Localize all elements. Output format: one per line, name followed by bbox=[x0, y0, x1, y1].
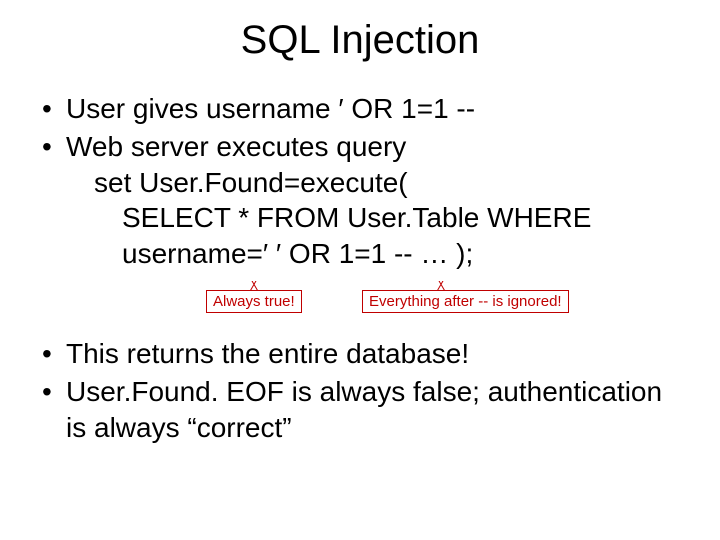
bullet-list: User gives username ′ OR 1=1 -- Web serv… bbox=[38, 91, 682, 272]
bullet-webserver: Web server executes query set User.Found… bbox=[38, 129, 682, 272]
callout-pointer-icon bbox=[434, 281, 448, 291]
code-line-select: SELECT * FROM User.Table WHERE bbox=[122, 200, 682, 236]
slide-title: SQL Injection bbox=[38, 18, 682, 63]
bullet-returns-db: This returns the entire database! bbox=[38, 336, 682, 372]
callout-ignored: Everything after -- is ignored! bbox=[362, 290, 569, 313]
annotation-row: Always true! Everything after -- is igno… bbox=[38, 276, 682, 328]
callout-always-true: Always true! bbox=[206, 290, 302, 313]
bullet-list-2: This returns the entire database! User.F… bbox=[38, 336, 682, 445]
callout-always-true-text: Always true! bbox=[213, 293, 295, 310]
code-line-where: username=′ ′ OR 1=1 -- … ); bbox=[122, 236, 682, 272]
callout-pointer-icon bbox=[247, 281, 261, 291]
bullet-eof-false: User.Found. EOF is always false; authent… bbox=[38, 374, 682, 446]
callout-ignored-text: Everything after -- is ignored! bbox=[369, 293, 562, 310]
slide: SQL Injection User gives username ′ OR 1… bbox=[0, 0, 720, 540]
bullet-webserver-text: Web server executes query bbox=[66, 131, 406, 162]
code-line-set: set User.Found=execute( bbox=[94, 165, 682, 201]
bullet-user-input: User gives username ′ OR 1=1 -- bbox=[38, 91, 682, 127]
